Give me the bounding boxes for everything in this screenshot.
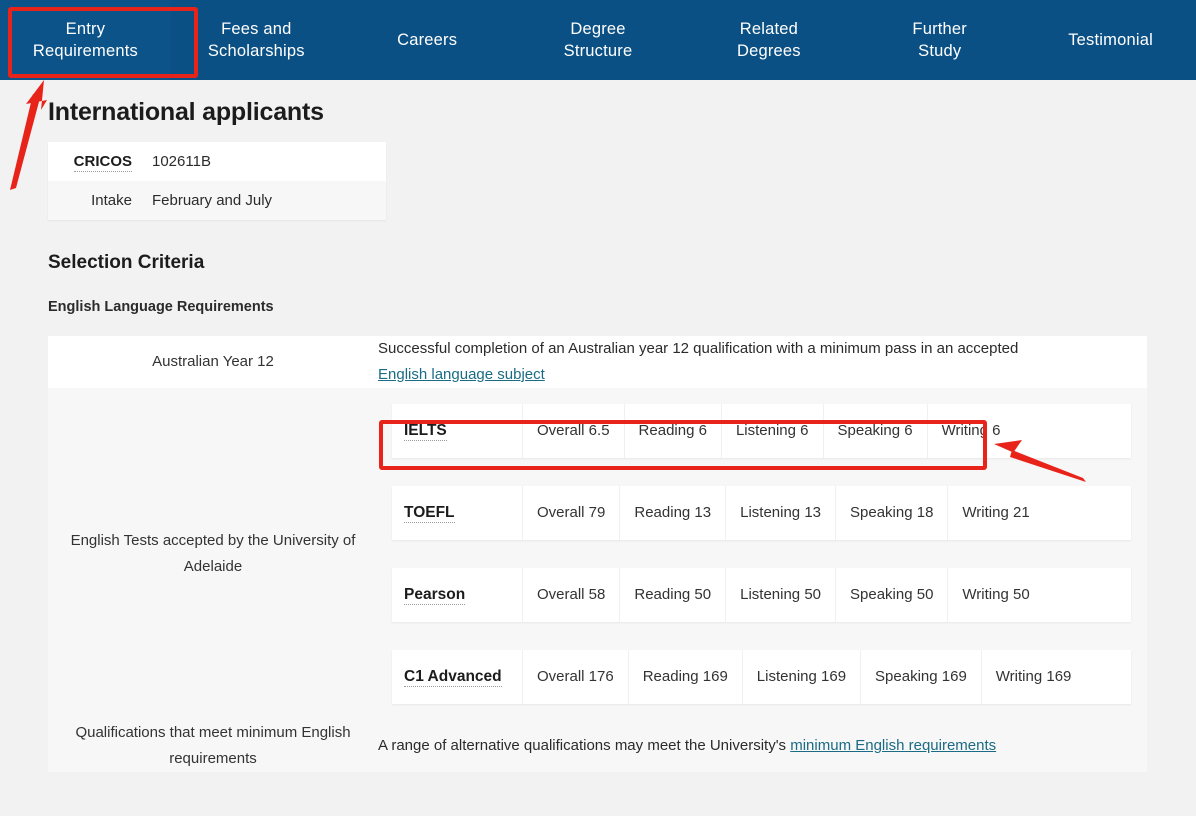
english-requirements-table: Australian Year 12 Successful completion… xyxy=(48,336,1147,772)
table-row-australian-year-12: Australian Year 12 Successful completion… xyxy=(48,336,1147,388)
table-row: CRICOS 102611B xyxy=(48,142,386,181)
page-title: International applicants xyxy=(48,98,324,127)
section-navigation-bar: Entry Requirements Fees and Scholarships… xyxy=(0,0,1196,80)
intake-label: Intake xyxy=(48,181,146,220)
test-name-c1-advanced[interactable]: C1 Advanced xyxy=(392,664,522,690)
year12-description-text: Successful completion of an Australian y… xyxy=(378,340,1018,357)
test-scores-list: IELTS Overall 6.5 Reading 6 Listening 6 … xyxy=(392,404,1131,704)
intake-value: February and July xyxy=(146,181,386,220)
pearson-speaking: Speaking 50 xyxy=(835,568,947,622)
table-row: Intake February and July xyxy=(48,181,386,220)
row-body-alternative-qualifications: A range of alternative qualifications ma… xyxy=(378,720,1147,772)
nav-tab-related-degrees[interactable]: Related Degrees xyxy=(683,0,854,80)
minimum-english-requirements-link[interactable]: minimum English requirements xyxy=(790,737,996,754)
row-body-english-tests: IELTS Overall 6.5 Reading 6 Listening 6 … xyxy=(378,388,1147,720)
nav-tab-fees-and-scholarships[interactable]: Fees and Scholarships xyxy=(171,0,342,80)
page-root: Entry Requirements Fees and Scholarships… xyxy=(0,0,1196,816)
cricos-label-cell: CRICOS xyxy=(48,142,146,181)
pearson-writing: Writing 50 xyxy=(947,568,1043,622)
toefl-writing: Writing 21 xyxy=(947,486,1043,540)
nav-tab-entry-requirements[interactable]: Entry Requirements xyxy=(0,0,171,80)
c1-writing: Writing 169 xyxy=(981,650,1086,704)
c1-speaking: Speaking 169 xyxy=(860,650,981,704)
cricos-info-table: CRICOS 102611B Intake February and July xyxy=(48,142,386,220)
pearson-listening: Listening 50 xyxy=(725,568,835,622)
english-language-subject-link[interactable]: English language subject xyxy=(378,366,545,383)
cricos-value: 102611B xyxy=(146,142,386,181)
cricos-label[interactable]: CRICOS xyxy=(74,153,132,172)
nav-tab-further-study[interactable]: Further Study xyxy=(854,0,1025,80)
table-row-english-tests: English Tests accepted by the University… xyxy=(48,388,1147,720)
test-score-row-toefl: TOEFL Overall 79 Reading 13 Listening 13… xyxy=(392,486,1131,540)
c1-reading: Reading 169 xyxy=(628,650,742,704)
row-label-australian-year-12: Australian Year 12 xyxy=(48,336,378,388)
test-score-row-pearson: Pearson Overall 58 Reading 50 Listening … xyxy=(392,568,1131,622)
test-name-toefl[interactable]: TOEFL xyxy=(392,500,522,526)
toefl-reading: Reading 13 xyxy=(619,486,725,540)
test-score-row-ielts: IELTS Overall 6.5 Reading 6 Listening 6 … xyxy=(392,404,1131,458)
alternatives-description-text: A range of alternative qualifications ma… xyxy=(378,737,790,754)
table-row-alternative-qualifications: Qualifications that meet minimum English… xyxy=(48,720,1147,772)
content-area: International applicants CRICOS 102611B … xyxy=(0,80,1196,816)
test-name-pearson[interactable]: Pearson xyxy=(392,582,522,608)
ielts-speaking: Speaking 6 xyxy=(823,404,927,458)
section-title-selection-criteria: Selection Criteria xyxy=(48,252,204,274)
pearson-reading: Reading 50 xyxy=(619,568,725,622)
toefl-overall: Overall 79 xyxy=(522,486,619,540)
test-score-row-c1-advanced: C1 Advanced Overall 176 Reading 169 List… xyxy=(392,650,1131,704)
nav-tab-careers[interactable]: Careers xyxy=(342,0,513,80)
c1-listening: Listening 169 xyxy=(742,650,860,704)
toefl-speaking: Speaking 18 xyxy=(835,486,947,540)
ielts-listening: Listening 6 xyxy=(721,404,823,458)
toefl-listening: Listening 13 xyxy=(725,486,835,540)
ielts-writing: Writing 6 xyxy=(927,404,1015,458)
pearson-overall: Overall 58 xyxy=(522,568,619,622)
ielts-reading: Reading 6 xyxy=(624,404,721,458)
nav-tab-degree-structure[interactable]: Degree Structure xyxy=(513,0,684,80)
test-name-ielts[interactable]: IELTS xyxy=(392,418,522,444)
subsection-title-english-language-requirements: English Language Requirements xyxy=(48,299,274,315)
ielts-overall: Overall 6.5 xyxy=(522,404,624,458)
row-label-english-tests: English Tests accepted by the University… xyxy=(48,388,378,720)
c1-overall: Overall 176 xyxy=(522,650,628,704)
row-body-australian-year-12: Successful completion of an Australian y… xyxy=(378,336,1147,388)
nav-tab-testimonial[interactable]: Testimonial xyxy=(1025,0,1196,80)
row-label-alternative-qualifications: Qualifications that meet minimum English… xyxy=(48,720,378,772)
